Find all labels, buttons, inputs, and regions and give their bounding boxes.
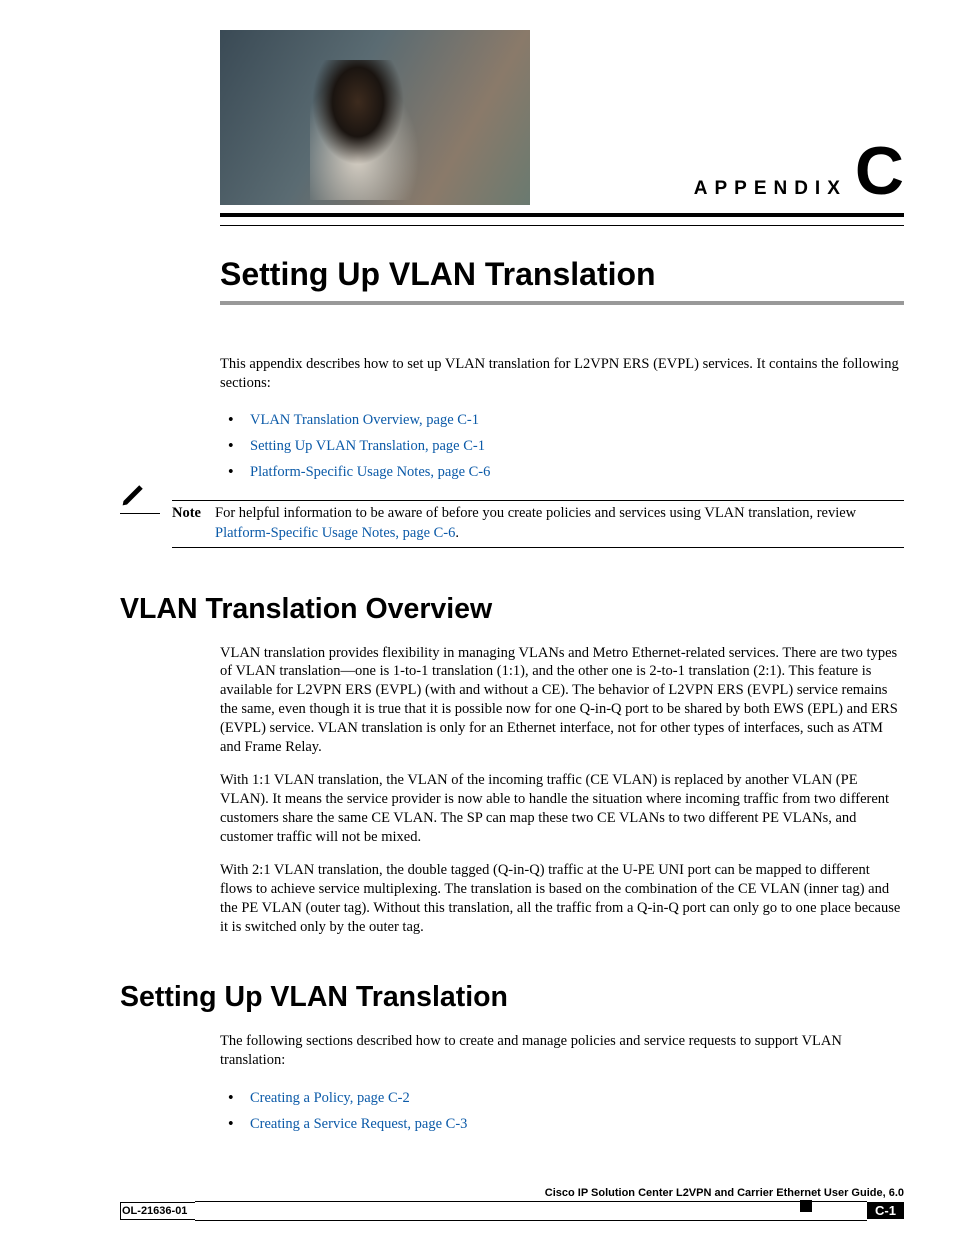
intro-link-list: VLAN Translation Overview, page C-1 Sett… — [220, 407, 904, 485]
link-setting-up-vlan[interactable]: Setting Up VLAN Translation, page C-1 — [250, 438, 485, 454]
link-vlan-overview[interactable]: VLAN Translation Overview, page C-1 — [250, 412, 479, 428]
link-creating-service-request[interactable]: Creating a Service Request, page C-3 — [250, 1116, 467, 1132]
footer-rule — [195, 1201, 867, 1221]
link-creating-policy[interactable]: Creating a Policy, page C-2 — [250, 1090, 410, 1106]
intro-paragraph: This appendix describes how to set up VL… — [220, 355, 904, 393]
setting-up-link-list: Creating a Policy, page C-2 Creating a S… — [220, 1085, 904, 1137]
header-rule-thin — [220, 225, 904, 226]
appendix-letter: C — [855, 137, 904, 205]
overview-p1: VLAN translation provides flexibility in… — [220, 644, 904, 757]
section-heading-overview: VLAN Translation Overview — [120, 593, 904, 626]
chapter-title-rule — [220, 301, 904, 305]
chapter-title: Setting Up VLAN Translation — [220, 256, 904, 293]
note-link-platform-notes[interactable]: Platform-Specific Usage Notes, page C-6 — [215, 525, 455, 541]
overview-p3: With 2:1 VLAN translation, the double ta… — [220, 861, 904, 936]
header-rule-thick — [220, 213, 904, 217]
note-text: For helpful information to be aware of b… — [215, 504, 904, 543]
overview-p2: With 1:1 VLAN translation, the VLAN of t… — [220, 771, 904, 846]
note-label: Note — [172, 504, 201, 543]
footer-book-title: Cisco IP Solution Center L2VPN and Carri… — [120, 1187, 904, 1199]
setting-up-p1: The following sections described how to … — [220, 1032, 904, 1070]
footer-doc-number: OL-21636-01 — [120, 1202, 195, 1220]
note-pencil-icon — [120, 480, 160, 516]
footer-page-number: C-1 — [867, 1202, 904, 1219]
note-text-after: . — [455, 525, 459, 541]
note-text-before: For helpful information to be aware of b… — [215, 505, 856, 521]
appendix-header-image — [220, 30, 530, 205]
note-block: Note For helpful information to be aware… — [120, 500, 904, 547]
link-platform-notes[interactable]: Platform-Specific Usage Notes, page C-6 — [250, 464, 490, 480]
section-heading-setting-up: Setting Up VLAN Translation — [120, 981, 904, 1014]
appendix-label: APPENDIX C — [530, 137, 904, 205]
appendix-word: APPENDIX — [694, 178, 847, 200]
page-footer: Cisco IP Solution Center L2VPN and Carri… — [120, 1187, 904, 1221]
